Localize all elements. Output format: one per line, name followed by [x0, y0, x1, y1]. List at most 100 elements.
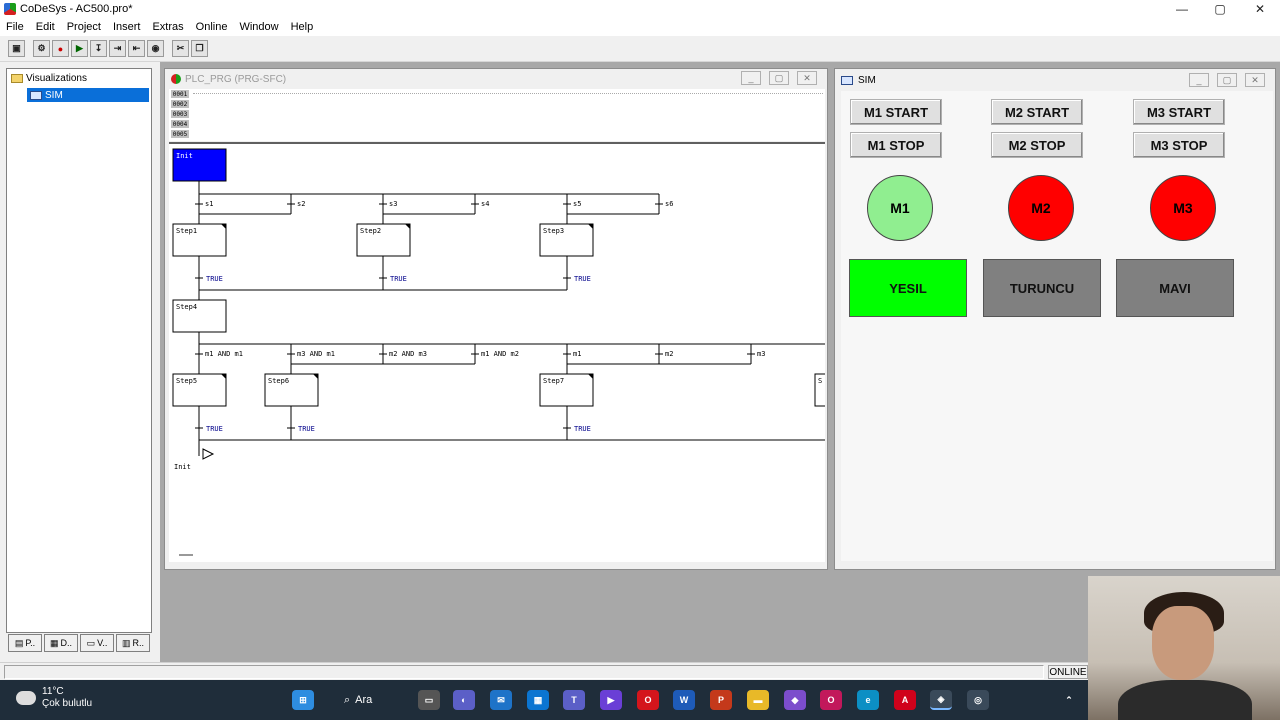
- logout-icon[interactable]: ⇤: [128, 40, 145, 57]
- start-icon[interactable]: ⊞: [292, 690, 314, 710]
- menu-insert[interactable]: Insert: [107, 21, 147, 33]
- store-icon[interactable]: ▦: [527, 690, 549, 710]
- m2-start-button[interactable]: M2 START: [991, 99, 1083, 125]
- step8-label: S: [818, 377, 822, 385]
- weather-widget[interactable]: 11°C Çok bulutlu: [16, 686, 92, 710]
- sim-window-titlebar[interactable]: SIM _ ▢ ✕: [835, 69, 1275, 91]
- tray-chevron-icon[interactable]: ⌃: [1058, 690, 1080, 710]
- m3-lamp: M3: [1150, 175, 1216, 241]
- login-icon[interactable]: ⇥: [109, 40, 126, 57]
- transition-s6: s6: [665, 200, 673, 208]
- webcam-overlay: [1088, 576, 1280, 720]
- edge-icon[interactable]: e: [857, 690, 879, 710]
- tab-resources[interactable]: ▥ R..: [116, 634, 150, 652]
- visual-studio-icon[interactable]: ◆: [784, 690, 806, 710]
- status-message-area: [4, 665, 1044, 679]
- datatypes-icon: ▦: [49, 637, 59, 648]
- line-number: 0001: [171, 90, 189, 99]
- transition-s4: s4: [481, 200, 489, 208]
- tab-visualizations[interactable]: ▭ V..: [80, 634, 114, 652]
- plc-close-button[interactable]: ✕: [797, 71, 817, 85]
- sim-minimize-button[interactable]: _: [1189, 73, 1209, 87]
- save-icon[interactable]: ▣: [8, 40, 25, 57]
- search-button[interactable]: ⌕ Ara: [344, 690, 372, 710]
- menu-extras[interactable]: Extras: [146, 21, 189, 33]
- stop-icon[interactable]: ●: [52, 40, 69, 57]
- sfc-diagram: Init s1 s2 s3 s4 s5 s6 Step1 Step2 Step3…: [172, 148, 825, 471]
- plc-minimize-button[interactable]: _: [741, 71, 761, 85]
- minimize-button[interactable]: —: [1162, 0, 1202, 18]
- menu-edit[interactable]: Edit: [30, 21, 61, 33]
- m3-stop-button[interactable]: M3 STOP: [1133, 132, 1225, 158]
- sim-close-button[interactable]: ✕: [1245, 73, 1265, 87]
- opera-gx-icon[interactable]: O: [820, 690, 842, 710]
- maximize-button[interactable]: ▢: [1200, 0, 1240, 18]
- mail-icon[interactable]: ✉: [490, 690, 512, 710]
- transition-m1-and-m1: m1 AND m1: [205, 350, 243, 358]
- transition-true-7: TRUE: [574, 425, 591, 433]
- m2-stop-button[interactable]: M2 STOP: [991, 132, 1083, 158]
- step4-label: Step4: [176, 303, 197, 311]
- word-icon[interactable]: W: [673, 690, 695, 710]
- step3-label: Step3: [543, 227, 564, 235]
- search-icon: ⌕: [344, 693, 351, 706]
- plc-prg-window: PLC_PRG (PRG-SFC) _ ▢ ✕ 0001 0002 0003 0…: [164, 68, 828, 570]
- codesys-taskbar-icon[interactable]: ◈: [930, 690, 952, 710]
- transition-s5: s5: [573, 200, 581, 208]
- transition-m1-and-m2: m1 AND m2: [481, 350, 519, 358]
- transition-m3-and-m1: m3 AND m1: [297, 350, 335, 358]
- tab-label: D..: [60, 638, 73, 648]
- transition-m3: m3: [757, 350, 765, 358]
- opera-icon[interactable]: O: [637, 690, 659, 710]
- chat-icon[interactable]: ◐: [453, 690, 475, 710]
- line-number: 0002: [171, 100, 189, 109]
- menu-help[interactable]: Help: [285, 21, 320, 33]
- file-explorer-icon[interactable]: ▬: [747, 690, 769, 710]
- declaration-editor[interactable]: 0001 0002 0003 0004 0005: [169, 89, 825, 141]
- tab-pous[interactable]: ▤ P..: [8, 634, 42, 652]
- step5-label: Step5: [176, 377, 197, 385]
- build-icon[interactable]: ⚙: [33, 40, 50, 57]
- powerpoint-icon[interactable]: P: [710, 690, 732, 710]
- m1-stop-button[interactable]: M1 STOP: [850, 132, 942, 158]
- plc-window-titlebar[interactable]: PLC_PRG (PRG-SFC) _ ▢ ✕: [165, 69, 827, 89]
- menu-online[interactable]: Online: [190, 21, 234, 33]
- toolbar: ▣ ⚙ ● ▶ ↧ ⇥ ⇤ ◉ ✂ ❐: [0, 36, 1280, 62]
- m3-start-button[interactable]: M3 START: [1133, 99, 1225, 125]
- codesys-app-icon: [4, 3, 16, 15]
- transition-s3: s3: [389, 200, 397, 208]
- tree-item-sim[interactable]: SIM: [27, 88, 149, 102]
- visualization-icon: [30, 90, 42, 100]
- close-button[interactable]: ✕: [1240, 0, 1280, 18]
- online-status: ONLINE: [1048, 665, 1088, 679]
- teams-icon[interactable]: T: [563, 690, 585, 710]
- sfc-editor[interactable]: Init s1 s2 s3 s4 s5 s6 Step1 Step2 Step3…: [169, 142, 825, 562]
- plc-maximize-button[interactable]: ▢: [769, 71, 789, 85]
- breakpoint-icon[interactable]: ◉: [147, 40, 164, 57]
- cut-icon[interactable]: ✂: [172, 40, 189, 57]
- media-icon[interactable]: ▶: [600, 690, 622, 710]
- menu-project[interactable]: Project: [61, 21, 107, 33]
- run-icon[interactable]: ▶: [71, 40, 88, 57]
- title-bar: CoDeSys - AC500.pro* — ▢ ✕: [0, 0, 1280, 18]
- menu-bar: File Edit Project Insert Extras Online W…: [0, 18, 1280, 36]
- line-number: 0003: [171, 110, 189, 119]
- organizer-tabs: ▤ P.. ▦ D.. ▭ V.. ▥ R..: [8, 634, 152, 654]
- window-title: CoDeSys - AC500.pro*: [20, 3, 133, 15]
- abb-icon[interactable]: A: [894, 690, 916, 710]
- tab-data-types[interactable]: ▦ D..: [44, 634, 78, 652]
- chrome-icon[interactable]: ◎: [967, 690, 989, 710]
- tree-root-visualizations[interactable]: Visualizations: [11, 73, 87, 84]
- tree-item-label: SIM: [45, 89, 63, 101]
- sfc-icon: [171, 74, 181, 84]
- m1-start-button[interactable]: M1 START: [850, 99, 942, 125]
- sim-maximize-button[interactable]: ▢: [1217, 73, 1237, 87]
- copy-icon[interactable]: ❐: [191, 40, 208, 57]
- step-icon[interactable]: ↧: [90, 40, 107, 57]
- menu-window[interactable]: Window: [233, 21, 284, 33]
- task-view-icon[interactable]: ▭: [418, 690, 440, 710]
- horizontal-scroll-indicator[interactable]: [179, 554, 193, 556]
- step6-label: Step6: [268, 377, 289, 385]
- menu-file[interactable]: File: [0, 21, 30, 33]
- line-number: 0004: [171, 120, 189, 129]
